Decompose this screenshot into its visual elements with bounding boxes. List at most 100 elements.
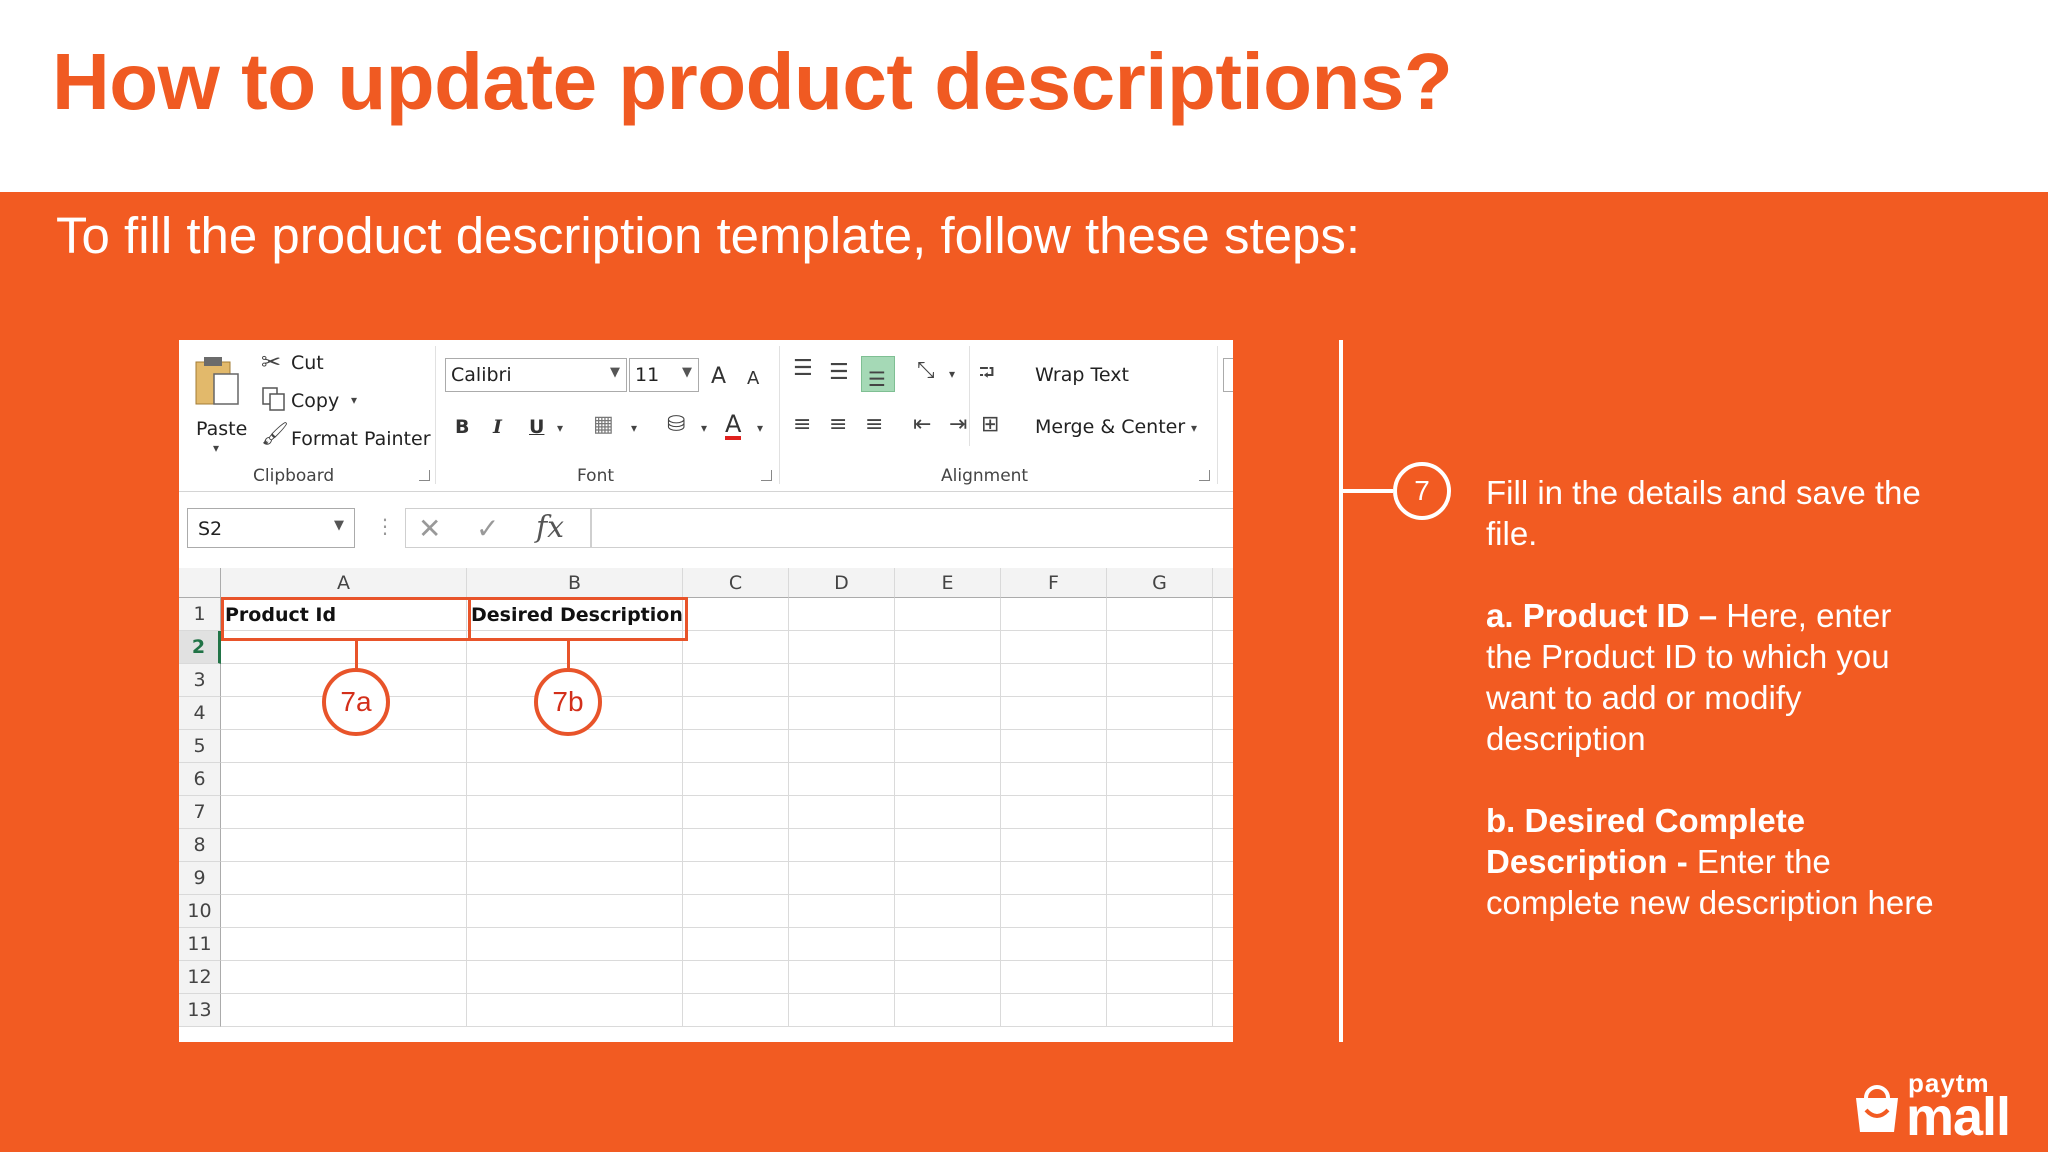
table-cell[interactable] xyxy=(895,895,1001,928)
align-top-icon[interactable]: ☰ xyxy=(793,358,813,380)
table-cell[interactable] xyxy=(467,928,683,961)
table-cell[interactable] xyxy=(467,763,683,796)
table-cell[interactable] xyxy=(467,994,683,1027)
table-cell[interactable] xyxy=(1001,763,1107,796)
table-cell[interactable] xyxy=(1001,697,1107,730)
table-cell[interactable] xyxy=(1107,961,1213,994)
table-cell[interactable] xyxy=(895,631,1001,664)
row-header[interactable]: 3 xyxy=(179,664,221,697)
row-header[interactable]: 8 xyxy=(179,829,221,862)
table-cell[interactable] xyxy=(683,730,789,763)
merge-center-button[interactable]: Merge & Center xyxy=(1035,416,1185,438)
borders-icon[interactable]: ▦ xyxy=(593,414,614,436)
row-header[interactable]: 9 xyxy=(179,862,221,895)
table-cell[interactable] xyxy=(895,697,1001,730)
table-cell[interactable] xyxy=(1001,829,1107,862)
column-header-c[interactable]: C xyxy=(683,568,789,598)
table-cell[interactable] xyxy=(789,730,895,763)
table-cell[interactable] xyxy=(683,631,789,664)
font-launcher-icon[interactable] xyxy=(761,470,772,481)
table-cell[interactable] xyxy=(1107,994,1213,1027)
select-all-corner[interactable] xyxy=(179,568,221,598)
table-cell[interactable] xyxy=(1213,796,1233,829)
formula-input[interactable] xyxy=(591,508,1233,548)
table-cell[interactable] xyxy=(221,994,467,1027)
row-header[interactable]: 12 xyxy=(179,961,221,994)
table-cell[interactable] xyxy=(683,862,789,895)
table-cell[interactable] xyxy=(683,961,789,994)
table-cell[interactable] xyxy=(1001,994,1107,1027)
table-cell[interactable] xyxy=(1107,730,1213,763)
font-name-select[interactable]: Calibri ▼ xyxy=(445,358,627,392)
format-painter-button[interactable]: Format Painter xyxy=(291,428,431,450)
table-cell[interactable] xyxy=(1001,631,1107,664)
table-cell[interactable] xyxy=(467,961,683,994)
table-cell[interactable] xyxy=(895,961,1001,994)
table-cell[interactable] xyxy=(221,862,467,895)
decrease-indent-icon[interactable]: ⇤ xyxy=(913,414,931,436)
column-header-g[interactable]: G xyxy=(1107,568,1213,598)
paste-button[interactable]: Paste ▾ xyxy=(189,350,247,460)
table-cell[interactable] xyxy=(1213,598,1233,631)
table-cell[interactable] xyxy=(895,862,1001,895)
row-header[interactable]: 2 xyxy=(179,631,221,664)
table-cell[interactable] xyxy=(1107,631,1213,664)
table-cell[interactable] xyxy=(221,928,467,961)
clipboard-launcher-icon[interactable] xyxy=(419,470,430,481)
table-cell[interactable] xyxy=(895,730,1001,763)
table-cell[interactable] xyxy=(789,697,895,730)
table-cell[interactable] xyxy=(1001,730,1107,763)
table-cell[interactable] xyxy=(1213,862,1233,895)
table-cell[interactable] xyxy=(1213,763,1233,796)
table-cell[interactable] xyxy=(1107,763,1213,796)
wrap-text-button[interactable]: Wrap Text xyxy=(1035,364,1129,386)
table-cell[interactable] xyxy=(1001,862,1107,895)
table-cell[interactable] xyxy=(789,664,895,697)
table-cell[interactable] xyxy=(789,763,895,796)
table-cell[interactable] xyxy=(1001,598,1107,631)
column-header-b[interactable]: B xyxy=(467,568,683,598)
font-size-select[interactable]: 11 ▼ xyxy=(629,358,699,392)
table-cell[interactable] xyxy=(789,631,895,664)
table-cell[interactable] xyxy=(789,895,895,928)
table-cell[interactable] xyxy=(683,928,789,961)
table-cell[interactable] xyxy=(221,730,467,763)
table-cell[interactable] xyxy=(1001,664,1107,697)
column-header-d[interactable]: D xyxy=(789,568,895,598)
copy-button[interactable]: Copy xyxy=(291,390,339,412)
name-box[interactable]: S2 ▼ xyxy=(187,508,355,548)
orientation-icon[interactable]: ⤡ xyxy=(917,360,935,382)
table-cell[interactable] xyxy=(895,928,1001,961)
align-right-icon[interactable]: ≡ xyxy=(865,414,883,436)
cancel-icon[interactable]: ✕ xyxy=(418,515,441,543)
table-cell[interactable] xyxy=(789,796,895,829)
table-cell[interactable] xyxy=(1213,895,1233,928)
more-options-icon[interactable]: ⋮ xyxy=(375,516,395,536)
table-cell[interactable] xyxy=(683,697,789,730)
table-cell[interactable] xyxy=(1107,895,1213,928)
align-middle-icon[interactable]: ☰ xyxy=(829,362,849,384)
table-cell[interactable] xyxy=(1001,928,1107,961)
column-header-e[interactable]: E xyxy=(895,568,1001,598)
alignment-launcher-icon[interactable] xyxy=(1199,470,1210,481)
table-cell[interactable] xyxy=(467,829,683,862)
table-cell[interactable] xyxy=(789,928,895,961)
table-cell[interactable] xyxy=(221,796,467,829)
italic-button[interactable]: I xyxy=(493,416,502,438)
table-cell[interactable] xyxy=(221,829,467,862)
row-header[interactable]: 11 xyxy=(179,928,221,961)
shrink-font-button[interactable]: A xyxy=(747,368,759,389)
font-color-button[interactable]: A xyxy=(725,412,742,440)
table-cell[interactable] xyxy=(683,994,789,1027)
table-cell[interactable] xyxy=(1001,961,1107,994)
table-cell[interactable] xyxy=(683,796,789,829)
table-cell[interactable] xyxy=(221,961,467,994)
table-cell[interactable] xyxy=(221,763,467,796)
fill-color-icon[interactable]: ⛁ xyxy=(667,414,685,436)
column-header-h[interactable] xyxy=(1213,568,1233,598)
table-cell[interactable] xyxy=(1213,928,1233,961)
table-cell[interactable] xyxy=(683,664,789,697)
align-bottom-button[interactable]: ☰ xyxy=(861,356,895,392)
insert-function-icon[interactable]: fx xyxy=(536,513,564,543)
row-header[interactable]: 7 xyxy=(179,796,221,829)
